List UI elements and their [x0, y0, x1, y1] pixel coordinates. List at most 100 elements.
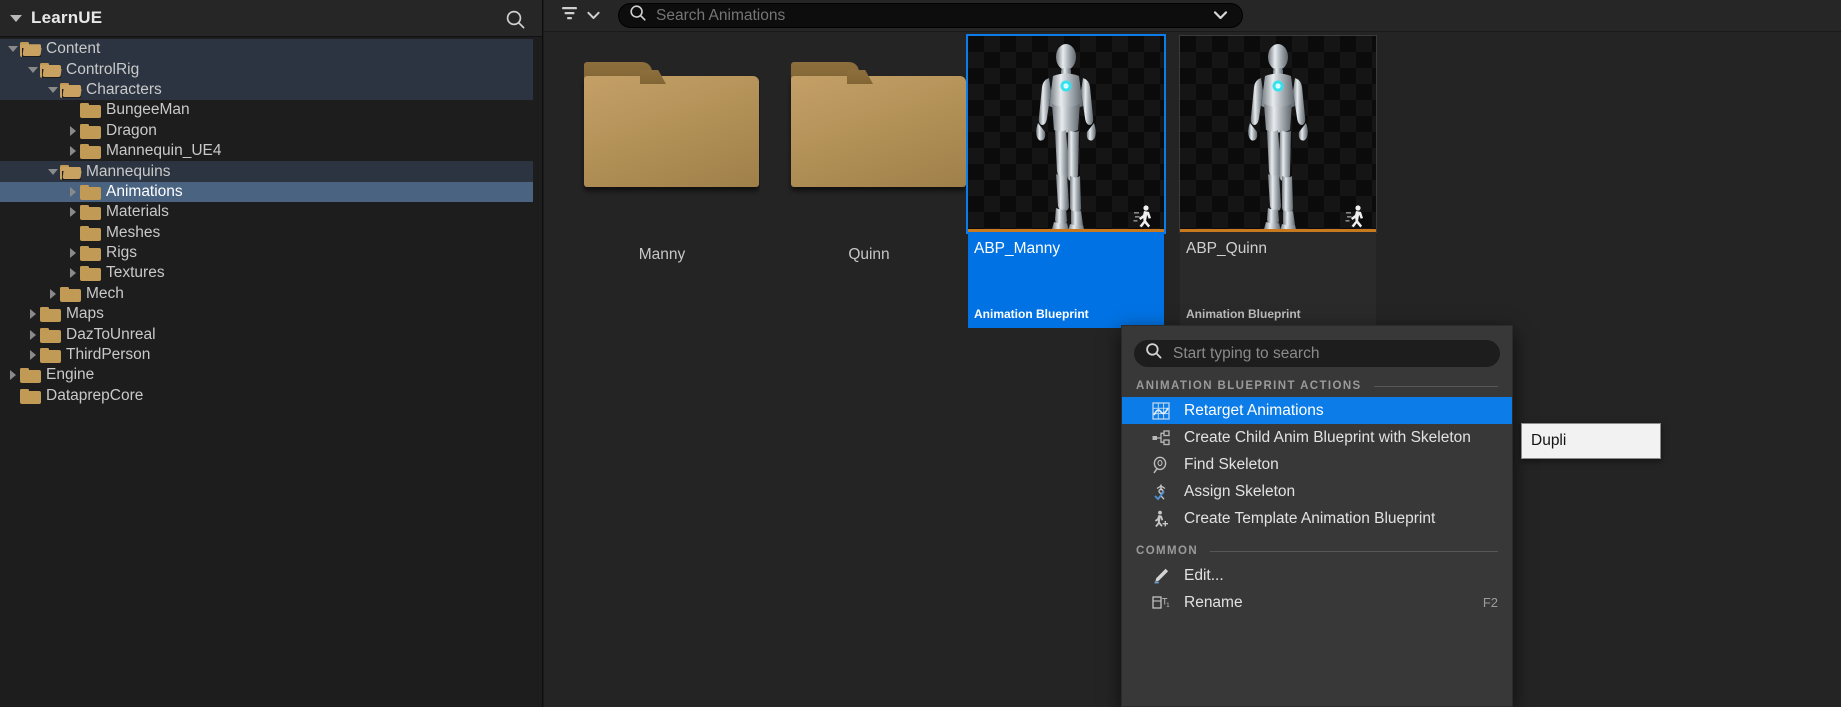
menu-item-retarget-animations[interactable]: Retarget Animations	[1122, 397, 1512, 424]
search-animations-input[interactable]: Search Animations	[618, 3, 1243, 28]
chevron-down-icon[interactable]	[1205, 7, 1236, 25]
chevron-down-icon	[587, 7, 600, 25]
tree-item-label: Engine	[46, 366, 95, 384]
filter-icon	[560, 4, 580, 27]
tree-item-content[interactable]: Content	[0, 39, 533, 60]
tree-item-label: Maps	[66, 305, 104, 323]
child-blueprint-icon	[1150, 429, 1172, 446]
expander-down-icon[interactable]	[6, 39, 20, 59]
tree-item-label: Dragon	[106, 121, 157, 139]
tree-item-label: Content	[46, 40, 101, 58]
menu-item-edit[interactable]: Edit...	[1122, 562, 1512, 589]
folder-tree[interactable]: Content ControlRig Characters BungeeMan Drag…	[0, 37, 542, 707]
folder-thumbnail[interactable]	[564, 36, 760, 232]
tree-item-meshes[interactable]: Meshes	[0, 223, 542, 243]
folder-icon	[80, 123, 101, 139]
section-divider	[1373, 385, 1498, 387]
tree-item-engine[interactable]: Engine	[0, 365, 542, 385]
menu-item-label: Find Skeleton	[1184, 455, 1279, 473]
expander-right-icon[interactable]	[66, 182, 80, 202]
edit-pencil-icon	[1150, 567, 1172, 585]
asset-thumbnail[interactable]	[1179, 35, 1377, 233]
section-title: ANIMATION BLUEPRINT ACTIONS	[1136, 380, 1362, 392]
asset-name: Quinn	[848, 246, 890, 263]
asset-tile-abp_manny[interactable]: ABP_Manny Animation Blueprint	[966, 34, 1166, 328]
folder-open-icon	[20, 41, 42, 58]
tree-item-label: Mech	[86, 284, 124, 302]
folder-icon	[60, 286, 81, 302]
expander-right-icon[interactable]	[66, 243, 80, 263]
expander-right-icon[interactable]	[6, 365, 20, 385]
expander-right-icon[interactable]	[66, 121, 80, 141]
tree-item-animations[interactable]: Animations	[0, 181, 533, 203]
expander-right-icon[interactable]	[26, 325, 40, 345]
search-input-value: Search Animations	[656, 7, 786, 24]
asset-context-menu[interactable]: Start typing to search ANIMATION BLUEPRI…	[1121, 325, 1513, 707]
folder-icon	[40, 327, 61, 343]
expander-down-icon[interactable]	[26, 60, 40, 80]
sources-panel-header: LearnUE	[0, 0, 542, 37]
expander-right-icon[interactable]	[26, 345, 40, 365]
context-menu-section-header: COMMON	[1136, 545, 1498, 557]
tree-item-daztounreal[interactable]: DazToUnreal	[0, 324, 542, 344]
expander-down-icon[interactable]	[46, 162, 60, 182]
expander-right-icon[interactable]	[66, 141, 80, 161]
menu-item-shortcut: F2	[1482, 595, 1498, 610]
assign-skeleton-icon	[1150, 483, 1172, 501]
tree-item-label: Textures	[106, 264, 165, 282]
menu-item-create-template-animation-blueprint[interactable]: Create Template Animation Blueprint	[1122, 505, 1512, 532]
menu-item-label: Assign Skeleton	[1184, 482, 1296, 500]
menu-item-assign-skeleton[interactable]: Assign Skeleton	[1122, 478, 1512, 505]
search-icon[interactable]	[505, 9, 526, 35]
menu-item-create-child-anim-blueprint-with-skeleton[interactable]: Create Child Anim Blueprint with Skeleto…	[1122, 424, 1512, 451]
menu-item-rename[interactable]: T 1 Rename F2	[1122, 589, 1512, 616]
asset-tile-quinn[interactable]: Quinn	[771, 36, 967, 264]
tree-item-maps[interactable]: Maps	[0, 304, 542, 324]
menu-item-find-skeleton[interactable]: Find Skeleton	[1122, 451, 1512, 478]
tree-item-bungeeman[interactable]: BungeeMan	[0, 100, 542, 120]
tree-item-mech[interactable]: Mech	[0, 284, 542, 304]
asset-type-label: Animation Blueprint	[1186, 307, 1301, 321]
folder-open-icon	[60, 82, 82, 98]
tree-item-dataprepcore[interactable]: DataprepCore	[0, 386, 542, 406]
asset-type-label: Animation Blueprint	[974, 307, 1089, 321]
mannequin-preview	[1224, 42, 1332, 232]
tree-item-label: Mannequin_UE4	[106, 142, 222, 160]
folder-icon	[791, 62, 966, 187]
expander-right-icon[interactable]	[66, 202, 80, 222]
tree-item-label: Rigs	[106, 244, 138, 262]
context-menu-items[interactable]: ANIMATION BLUEPRINT ACTIONS Retarget Anim…	[1122, 380, 1512, 616]
tree-item-materials[interactable]: Materials	[0, 202, 542, 222]
tree-item-label: ThirdPerson	[66, 346, 151, 364]
asset-tile-manny[interactable]: Manny	[564, 36, 760, 264]
menu-item-label: Rename	[1184, 593, 1243, 611]
menu-item-label: Create Child Anim Blueprint with Skeleto…	[1184, 428, 1471, 446]
asset-thumbnail[interactable]	[966, 34, 1166, 234]
expander-right-icon[interactable]	[46, 284, 60, 304]
folder-icon	[80, 225, 101, 241]
tree-item-characters[interactable]: Characters	[0, 79, 533, 101]
folder-icon	[20, 388, 41, 404]
folder-open-icon	[60, 164, 82, 180]
expander-down-icon[interactable]	[46, 80, 60, 100]
tree-item-thirdperson[interactable]: ThirdPerson	[0, 345, 542, 365]
expander-right-icon[interactable]	[26, 304, 40, 324]
tree-item-controlrig[interactable]: ControlRig	[0, 59, 533, 80]
folder-icon	[80, 245, 101, 262]
section-divider	[1210, 550, 1498, 552]
filter-button[interactable]	[556, 2, 604, 29]
tree-item-textures[interactable]: Textures	[0, 263, 542, 283]
context-menu-search-input[interactable]: Start typing to search	[1134, 340, 1500, 367]
tooltip-text: Dupli	[1531, 432, 1567, 449]
asset-name: Manny	[638, 246, 686, 263]
expander-right-icon[interactable]	[66, 263, 80, 283]
folder-thumbnail[interactable]	[771, 36, 967, 232]
tree-item-mannequin-ue4[interactable]: Mannequin_UE4	[0, 141, 542, 161]
tree-item-rigs[interactable]: Rigs	[0, 243, 542, 263]
tree-item-dragon[interactable]: Dragon	[0, 121, 542, 141]
asset-tile-abp_quinn[interactable]: ABP_Quinn Animation Blueprint	[1179, 35, 1377, 328]
caret-down-icon[interactable]	[10, 14, 22, 22]
tree-item-mannequins[interactable]: Mannequins	[0, 161, 533, 182]
